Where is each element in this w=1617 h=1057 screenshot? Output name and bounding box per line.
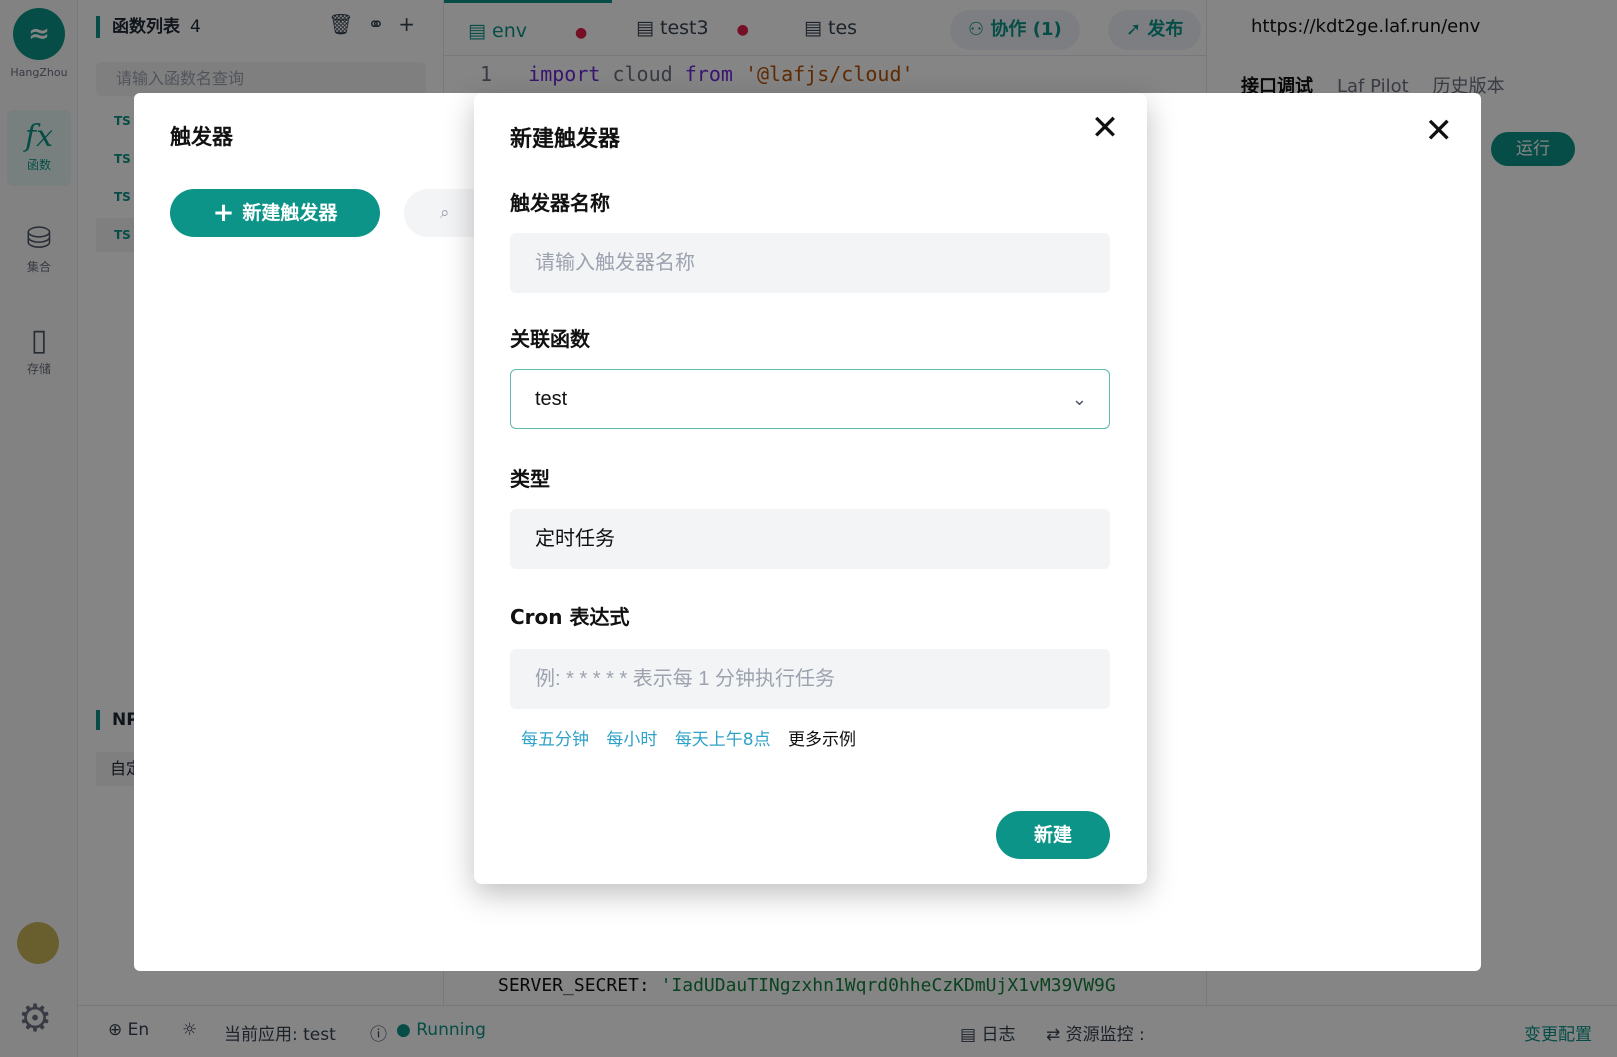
drawer-title: 触发器 bbox=[170, 125, 233, 149]
function-select-value: test bbox=[535, 388, 568, 410]
trigger-name-input[interactable] bbox=[510, 233, 1110, 293]
trigger-name-label: 触发器名称 bbox=[510, 191, 610, 215]
create-button[interactable]: 新建 bbox=[996, 811, 1110, 859]
cron-input[interactable] bbox=[510, 649, 1110, 709]
example-every-five-minutes[interactable]: 每五分钟 bbox=[521, 730, 589, 750]
new-trigger-label: 新建触发器 bbox=[242, 202, 338, 224]
modal-close-icon[interactable]: ✕ bbox=[1088, 111, 1122, 145]
modal-title: 新建触发器 bbox=[510, 127, 621, 152]
cron-examples: 每五分钟 每小时 每天上午8点 更多示例 bbox=[521, 725, 856, 750]
new-trigger-button[interactable]: + 新建触发器 bbox=[170, 189, 380, 237]
type-field[interactable]: 定时任务 bbox=[510, 509, 1110, 569]
function-label: 关联函数 bbox=[510, 327, 590, 351]
more-examples-link[interactable]: 更多示例 bbox=[788, 730, 856, 750]
search-icon: ⌕ bbox=[440, 203, 450, 223]
type-label: 类型 bbox=[510, 467, 550, 491]
function-select[interactable]: test ⌄ bbox=[510, 369, 1110, 429]
example-daily-8am[interactable]: 每天上午8点 bbox=[675, 730, 771, 750]
cron-label: Cron 表达式 bbox=[510, 605, 630, 629]
plus-icon: + bbox=[212, 198, 235, 228]
chevron-down-icon: ⌄ bbox=[1071, 389, 1087, 409]
example-every-hour[interactable]: 每小时 bbox=[606, 730, 657, 750]
new-trigger-modal: 新建触发器 ✕ 触发器名称 关联函数 test ⌄ 类型 定时任务 Cron 表… bbox=[474, 93, 1147, 884]
close-icon[interactable]: ✕ bbox=[1425, 111, 1454, 151]
